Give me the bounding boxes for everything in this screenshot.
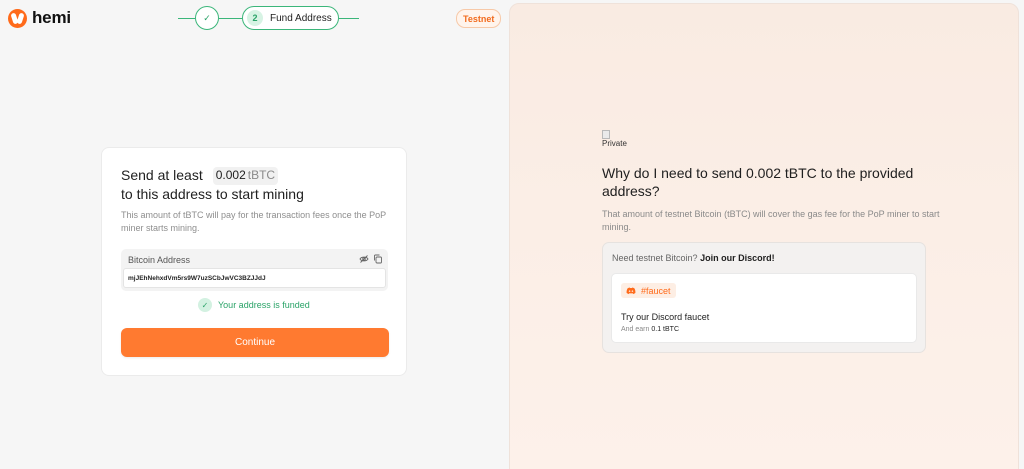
check-icon: ✓ [203,12,211,23]
earn-amount: 0.1 tBTC [651,326,679,333]
step-label: Fund Address [270,12,332,24]
title-prefix: Send at least [121,167,203,183]
discord-icon [626,287,636,294]
broken-image-icon [602,130,610,139]
amount-unit: tBTC [247,168,276,182]
discord-faucet-card[interactable]: #faucet Try our Discord faucet And earn … [611,273,917,343]
broken-image: Private [602,130,642,150]
title-suffix: to this address to start mining [121,186,304,202]
stepper-line [178,17,195,19]
discord-prompt: Need testnet Bitcoin? [612,253,698,263]
brand-name: hemi [32,8,71,27]
copy-icon[interactable] [373,254,383,264]
earn-prefix: And earn [621,326,650,333]
stepper-line [219,17,242,19]
funded-status-text: Your address is funded [218,300,310,310]
faucet-channel-tag[interactable]: #faucet [621,283,676,298]
info-description: That amount of testnet Bitcoin (tBTC) wi… [602,209,940,232]
network-badge: Testnet [456,9,502,28]
image-alt-text: Private [602,139,627,148]
step-1-completed[interactable]: ✓ [195,6,219,30]
amount-pill: 0.002 tBTC [212,166,279,185]
bitcoin-address-box: Bitcoin Address mjJEhNehxdVm5rs9W7uzSCbJ… [121,249,388,291]
hemi-logo[interactable]: hemi [8,8,71,28]
info-title: Why do I need to send 0.002 tBTC to the … [602,165,914,199]
discord-link[interactable]: Join our Discord! [700,253,775,263]
step-number: 2 [247,10,263,26]
page: hemi ✓ 2 Fund Address Testnet Send at le… [0,0,1024,469]
continue-button[interactable]: Continue [121,328,389,357]
stepper-line [338,17,359,19]
bitcoin-address-field[interactable]: mjJEhNehxdVm5rs9W7uzSCbJwVC3BZJJdJ [123,268,386,288]
address-label: Bitcoin Address [128,255,191,265]
fund-address-card: Send at least 0.002 tBTC to this address… [101,147,407,376]
step-2-current[interactable]: 2 Fund Address [242,6,339,30]
progress-stepper: ✓ 2 Fund Address [178,5,359,31]
discord-header: Need testnet Bitcoin? Join our Discord! [612,253,775,263]
faucet-reward: And earn 0.1 tBTC [621,326,679,333]
info-panel: Private Why do I need to send 0.002 tBTC… [509,3,1019,469]
hemi-logo-icon [8,8,27,28]
channel-tag-text: #faucet [641,285,671,296]
amount-value: 0.002 [215,168,246,182]
funded-status: ✓ Your address is funded [198,298,310,312]
check-circle-icon: ✓ [198,298,212,312]
card-title: Send at least 0.002 tBTC to this address… [121,166,401,204]
eye-off-icon[interactable] [359,254,369,264]
card-description: This amount of tBTC will pay for the tra… [121,210,386,233]
discord-card: Need testnet Bitcoin? Join our Discord! … [602,242,926,353]
faucet-title: Try our Discord faucet [621,312,710,322]
